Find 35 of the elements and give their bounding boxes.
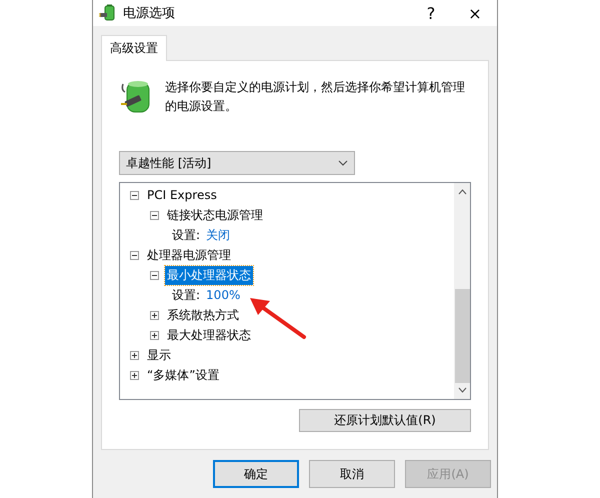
tree-item[interactable]: “多媒体”设置 [145, 366, 222, 384]
window-title: 电源选项 [123, 5, 176, 22]
help-button[interactable]: ? [409, 0, 453, 26]
tree-item[interactable]: 系统散热方式 [165, 306, 241, 324]
dialog-button[interactable]: 确定 [213, 460, 299, 488]
expand-icon[interactable] [130, 350, 139, 360]
battery-plug-icon [99, 4, 117, 22]
scroll-up-icon[interactable] [458, 189, 466, 195]
collapse-icon[interactable] [130, 190, 139, 200]
chevron-down-icon [338, 160, 348, 166]
dialog-button[interactable]: 取消 [309, 460, 395, 488]
tree-item[interactable]: 最大处理器状态 [165, 326, 253, 344]
setting-label: 设置: [172, 286, 200, 304]
description-text: 选择你要自定义的电源计划，然后选择你希望计算机管理的电源设置。 [165, 79, 465, 115]
expand-icon[interactable] [150, 330, 159, 340]
collapse-icon[interactable] [130, 250, 139, 260]
setting-value[interactable]: 关闭 [206, 226, 230, 244]
collapse-icon[interactable] [150, 270, 159, 280]
tree-item[interactable]: PCI Express [145, 187, 219, 203]
tree-item[interactable]: 链接状态电源管理 [165, 206, 265, 224]
tree-item[interactable]: 显示 [145, 346, 173, 364]
plan-dropdown[interactable]: 卓越性能 [活动] [119, 151, 355, 175]
collapse-icon[interactable] [150, 210, 159, 220]
restore-defaults-button[interactable]: 还原计划默认值(R) [299, 409, 471, 432]
tree-item[interactable]: 最小处理器状态 [165, 266, 253, 284]
tree-item[interactable]: 处理器电源管理 [145, 246, 233, 264]
setting-value[interactable]: 100% [206, 288, 240, 302]
tab[interactable]: 高级设置 [101, 35, 167, 61]
close-button[interactable]: × [453, 0, 497, 26]
scrollbar[interactable] [454, 183, 470, 399]
scroll-down-icon[interactable] [458, 387, 466, 393]
scroll-thumb[interactable] [454, 289, 470, 383]
expand-icon[interactable] [150, 310, 159, 320]
setting-label: 设置: [172, 226, 200, 244]
expand-icon[interactable] [130, 370, 139, 380]
